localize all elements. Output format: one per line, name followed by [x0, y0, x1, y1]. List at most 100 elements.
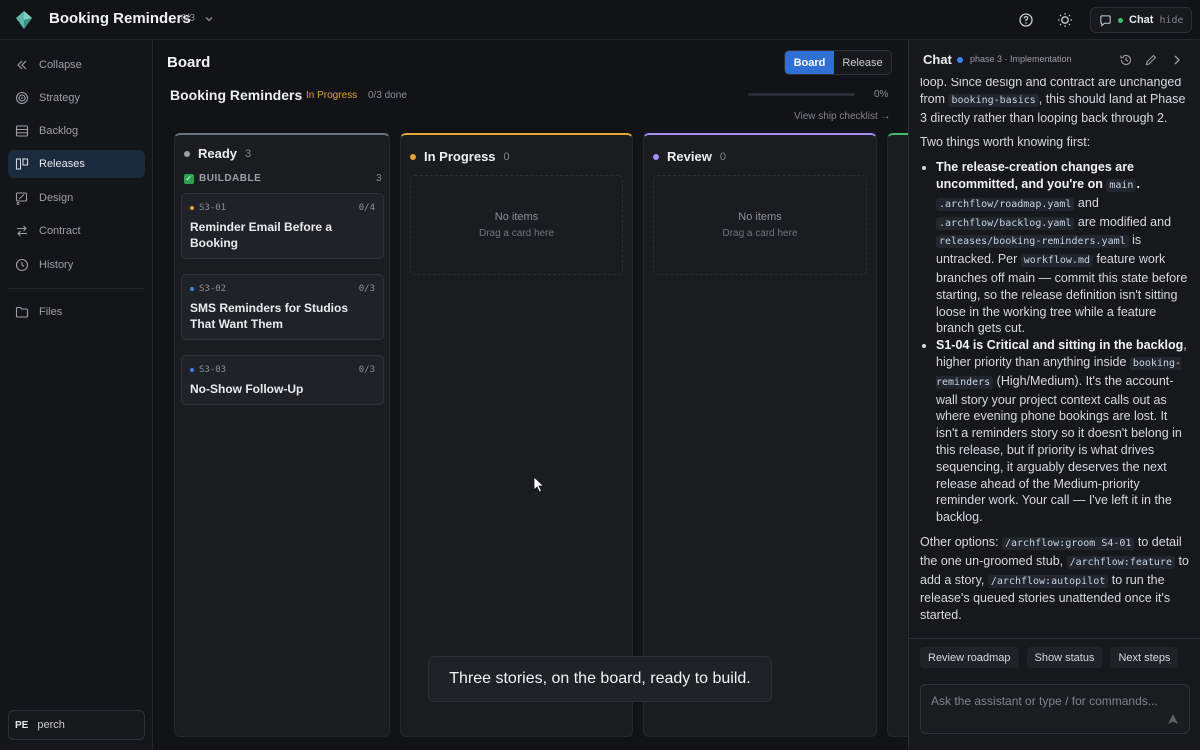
chat-input[interactable]: Ask the assistant or type / for commands… [920, 684, 1190, 734]
sidebar-item-label: History [39, 259, 74, 271]
column-title: In Progress [424, 149, 496, 164]
column-count: 3 [245, 147, 252, 160]
card-progress: 0/3 [358, 365, 375, 375]
card-title: SMS Reminders for Studios That Want Them [190, 301, 349, 331]
inline-code: releases/booking-reminders.yaml [936, 235, 1129, 249]
column-count: 0 [503, 150, 510, 163]
online-status-dot [1118, 17, 1123, 23]
clock-icon [15, 258, 29, 272]
chat-bold-text: The release-creation changes are uncommi… [936, 160, 1135, 191]
board-view-button[interactable]: Board [785, 51, 834, 74]
sidebar-item-label: Design [39, 192, 74, 204]
empty-state-hint: Drag a card here [722, 228, 798, 239]
chat-paragraph: Other options: /archflow:groom S4-01 to … [920, 534, 1192, 624]
sidebar-item-strategy[interactable]: Strategy [8, 84, 145, 112]
card-id: S3-03 [190, 365, 226, 375]
inline-code: booking-basics [948, 93, 1039, 107]
chat-bullet: The release-creation changes are uncommi… [936, 159, 1192, 337]
column-title: Review [667, 149, 712, 164]
chat-toggle-label: Chat [1129, 14, 1154, 26]
user-switcher[interactable]: PE perch [8, 710, 145, 740]
column-ready: Ready 3 ✓ BUILDABLE 3 S3-01 0/4 Reminder… [174, 133, 390, 737]
chat-bold-text: . [1136, 176, 1140, 191]
story-card[interactable]: S3-01 0/4 Reminder Email Before a Bookin… [181, 193, 384, 259]
column-header: Review 0 [653, 149, 726, 164]
sidebar-item-releases[interactable]: Releases [8, 150, 145, 178]
column-review: Review 0 No items Drag a card here [643, 133, 877, 737]
sidebar-item-label: Backlog [39, 125, 79, 137]
story-card[interactable]: S3-03 0/3 No-Show Follow-Up [181, 355, 384, 405]
empty-state-title: No items [738, 211, 782, 223]
inline-code: workflow.md [1020, 254, 1093, 268]
group-label: BUILDABLE [199, 173, 262, 184]
group-count: 3 [375, 173, 382, 184]
history-icon[interactable] [1119, 53, 1133, 67]
column-header: In Progress 0 [410, 149, 510, 164]
sidebar-item-collapse[interactable]: Collapse [8, 51, 145, 79]
drop-zone[interactable]: No items Drag a card here [653, 175, 867, 275]
card-title: No-Show Follow-Up [190, 382, 304, 396]
chat-bubble-icon [1100, 14, 1111, 27]
avatar: PE [15, 719, 29, 731]
release-progress-bar [748, 93, 855, 96]
chat-paragraph: loop. Since design and contract are unch… [920, 74, 1192, 126]
phase-status-dot [957, 57, 963, 63]
sidebar-item-backlog[interactable]: Backlog [8, 117, 145, 145]
check-icon: ✓ [184, 173, 194, 184]
sidebar-item-label: Collapse [39, 59, 82, 71]
column-in-progress: In Progress 0 No items Drag a card here [400, 133, 633, 737]
sidebar-item-label: Contract [39, 225, 81, 237]
sidebar-item-files[interactable]: Files [8, 298, 145, 326]
chat-toggle-button[interactable]: Chat hide [1090, 7, 1192, 33]
chat-text: and [1074, 195, 1099, 210]
release-view-button[interactable]: Release [834, 51, 891, 74]
project-title[interactable]: Booking Reminders [49, 10, 191, 27]
app-logo-icon [16, 11, 32, 29]
design-icon [15, 192, 28, 205]
group-header-buildable: ✓ BUILDABLE 3 [184, 173, 382, 184]
chat-input-placeholder: Ask the assistant or type / for commands… [931, 694, 1158, 708]
chat-bullet: S1-04 is Critical and sitting in the bac… [936, 337, 1192, 526]
top-bar: Booking Reminders 0/3 Chat hide [0, 0, 1200, 40]
release-name: Booking Reminders [170, 87, 303, 103]
chevron-down-icon[interactable] [203, 13, 215, 25]
release-progress-label: 0% [874, 89, 889, 100]
story-card[interactable]: S3-02 0/3 SMS Reminders for Studios That… [181, 274, 384, 340]
sidebar-item-history[interactable]: History [8, 251, 145, 279]
suggestion-show-status[interactable]: Show status [1026, 647, 1103, 668]
help-icon[interactable] [1017, 11, 1035, 29]
sidebar-item-design[interactable]: Design [8, 184, 145, 212]
folder-icon [15, 306, 29, 318]
view-toggle: Board Release [784, 50, 892, 75]
empty-state-title: No items [494, 211, 539, 223]
inline-code: /archflow:groom S4-01 [1002, 536, 1135, 550]
sidebar-item-contract[interactable]: Contract [8, 217, 145, 245]
card-id-text: S3-02 [199, 284, 227, 294]
drop-zone[interactable]: No items Drag a card here [410, 175, 623, 275]
suggestion-next-steps[interactable]: Next steps [1110, 647, 1179, 668]
card-progress: 0/4 [358, 203, 375, 213]
sidebar-divider [8, 288, 145, 289]
edit-icon[interactable] [1144, 53, 1158, 67]
column-next-partial [887, 133, 908, 737]
empty-state-hint: Drag a card here [478, 228, 555, 239]
contract-icon [17, 225, 27, 237]
theme-sun-icon[interactable] [1056, 11, 1074, 29]
chat-panel: loop. Since design and contract are unch… [908, 40, 1200, 750]
chat-message: loop. Since design and contract are unch… [920, 74, 1192, 632]
chevron-right-icon[interactable] [1170, 53, 1184, 67]
card-progress: 0/3 [358, 284, 375, 294]
suggestion-chips: Review roadmap Show status Next steps [920, 647, 1179, 668]
send-icon[interactable] [1167, 713, 1179, 725]
ship-checklist-link[interactable]: View ship checklist → [794, 111, 891, 122]
card-title: Reminder Email Before a Booking [190, 220, 333, 250]
card-id: S3-02 [190, 284, 226, 294]
suggestion-review-roadmap[interactable]: Review roadmap [920, 647, 1019, 668]
sidebar: Collapse Strategy Backlog Releases Desig… [0, 40, 153, 750]
status-badge: In Progress [306, 90, 358, 101]
board-icon [15, 158, 29, 170]
release-done-count: 0/3 done [368, 90, 407, 101]
chat-header: Chat phase 3 · Implementation [909, 40, 1200, 78]
chat-hide-label: hide [1159, 14, 1184, 26]
mouse-cursor-icon [533, 476, 545, 493]
